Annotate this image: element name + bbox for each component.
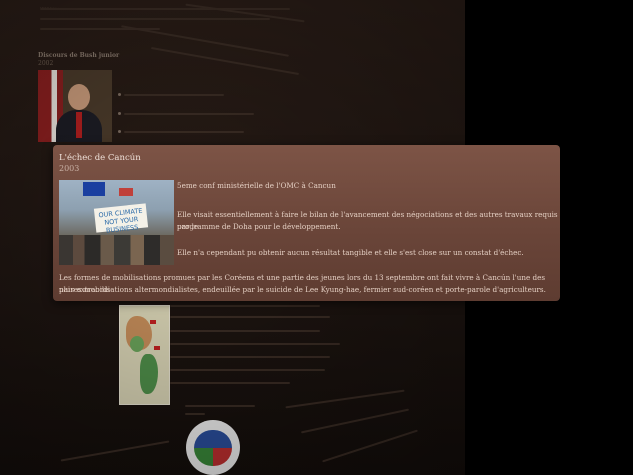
faint-line — [60, 440, 170, 462]
protest-photo: OUR CLIMATE NOT YOUR BUSINESS — [59, 180, 174, 265]
americas-map-image — [119, 305, 170, 405]
faint-line — [170, 330, 320, 332]
faint-line — [170, 343, 340, 345]
event-outcome: Elle n'a cependant pu obtenir aucun résu… — [177, 248, 524, 257]
faint-line — [322, 429, 418, 463]
faint-line — [300, 408, 410, 434]
faint-line — [124, 94, 224, 96]
bullet-icon — [118, 130, 121, 133]
faint-line — [170, 316, 330, 318]
organization-logo-image — [186, 420, 240, 475]
faint-line — [124, 131, 244, 133]
event-mobilisation-line2: naires mobilisations altermondialistes, … — [59, 285, 546, 294]
faint-line — [170, 305, 320, 307]
bg-event-year: 2002 — [38, 60, 54, 67]
event-detail-popup[interactable]: L'échec de Cancún 2003 OUR CLIMATE NOT Y… — [53, 145, 560, 301]
faint-line — [185, 413, 205, 415]
faint-line — [185, 405, 255, 407]
event-summary: 5eme conf ministérielle de l'OMC à Cancu… — [177, 181, 336, 190]
event-year: 2003 — [59, 164, 80, 173]
faint-line — [150, 46, 300, 76]
faint-line — [40, 8, 290, 10]
protest-sign-text: OUR CLIMATE NOT YOUR BUSINESS — [93, 203, 149, 235]
event-title: L'échec de Cancún — [59, 153, 141, 163]
bush-photo — [38, 70, 112, 142]
faint-line — [121, 25, 289, 57]
faint-line — [40, 18, 270, 20]
faint-line — [285, 389, 405, 409]
bullet-icon — [118, 112, 121, 115]
bg-event-title: Discours de Bush junior — [38, 52, 120, 59]
faint-line — [170, 369, 325, 371]
event-description-line2: programme de Doha pour le développement. — [177, 222, 341, 231]
faint-line — [124, 113, 254, 115]
faint-line — [170, 356, 330, 358]
faint-line — [170, 382, 290, 384]
bullet-icon — [118, 93, 121, 96]
